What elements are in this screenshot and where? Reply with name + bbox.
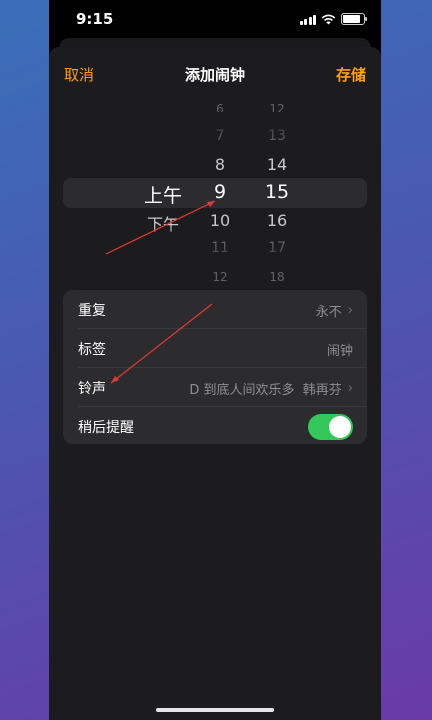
snooze-label: 稍后提醒 xyxy=(78,420,134,436)
tag-input[interactable]: 闹钟 xyxy=(327,340,353,359)
tag-row[interactable]: 标签 闹钟 xyxy=(63,329,367,367)
chevron-right-icon: › xyxy=(347,303,353,318)
save-button[interactable]: 存储 xyxy=(336,64,366,85)
hour-option[interactable]: 7 xyxy=(198,128,242,144)
home-indicator xyxy=(156,708,274,712)
hour-option[interactable]: 12 xyxy=(198,270,242,284)
add-alarm-sheet: 取消 添加闹钟 存储 上午下午 6 7 8 9 10 11 12 12 13 14 15 16 17 1… xyxy=(49,47,381,720)
snooze-toggle[interactable] xyxy=(308,414,353,440)
status-time: 9:15 xyxy=(76,10,114,28)
repeat-row[interactable]: 重复 永不 › xyxy=(63,290,367,328)
hour-option[interactable]: 8 xyxy=(198,155,242,174)
ringtone-value-group: D 到底人间欢乐多 韩再芬 › xyxy=(189,379,353,398)
ampm-option[interactable]: 上午 xyxy=(139,181,187,208)
chevron-right-icon: › xyxy=(347,381,353,396)
nav-bar: 取消 添加闹钟 存储 xyxy=(49,47,381,97)
hour-option[interactable]: 6 xyxy=(198,102,242,116)
page-title: 添加闹钟 xyxy=(184,66,245,84)
hour-option[interactable]: 11 xyxy=(198,240,242,256)
signal-icon xyxy=(299,14,316,25)
minute-option[interactable]: 12 xyxy=(255,102,299,116)
snooze-row: 稍后提醒 xyxy=(63,407,367,444)
status-icons xyxy=(299,13,367,25)
status-bar: 9:15 xyxy=(49,0,381,38)
minute-option[interactable]: 17 xyxy=(255,240,299,256)
hour-option[interactable]: 9 xyxy=(198,181,242,203)
phone-screen: 9:15 取消 添加闹钟 存储 上午下午 6 7 8 9 10 11 12 12 13 14 15… xyxy=(49,0,381,720)
hour-option[interactable]: 10 xyxy=(198,211,242,230)
tag-label: 标签 xyxy=(78,342,106,358)
repeat-label: 重复 xyxy=(78,303,106,319)
minute-option[interactable]: 14 xyxy=(255,155,299,174)
repeat-value-group: 永不 › xyxy=(316,301,353,320)
time-picker[interactable]: 上午下午 6 7 8 9 10 11 12 12 13 14 15 16 17 18 xyxy=(49,102,381,284)
ringtone-value: D 到底人间欢乐多 韩再芬 xyxy=(189,383,342,398)
battery-icon xyxy=(341,13,367,25)
ringtone-row[interactable]: 铃声 D 到底人间欢乐多 韩再芬 › xyxy=(63,368,367,406)
alarm-settings-list: 重复 永不 › 标签 闹钟 铃声 D 到底人间欢乐多 韩再芬 › 稍后提醒 xyxy=(63,290,367,444)
ringtone-label: 铃声 xyxy=(78,381,106,397)
repeat-value: 永不 xyxy=(315,305,342,320)
minute-option[interactable]: 15 xyxy=(255,181,299,203)
minute-option[interactable]: 16 xyxy=(255,211,299,230)
ampm-option[interactable]: 下午 xyxy=(139,211,187,235)
minute-option[interactable]: 13 xyxy=(255,128,299,144)
minute-option[interactable]: 18 xyxy=(255,270,299,284)
toggle-knob xyxy=(329,416,351,438)
wifi-icon xyxy=(321,14,336,24)
